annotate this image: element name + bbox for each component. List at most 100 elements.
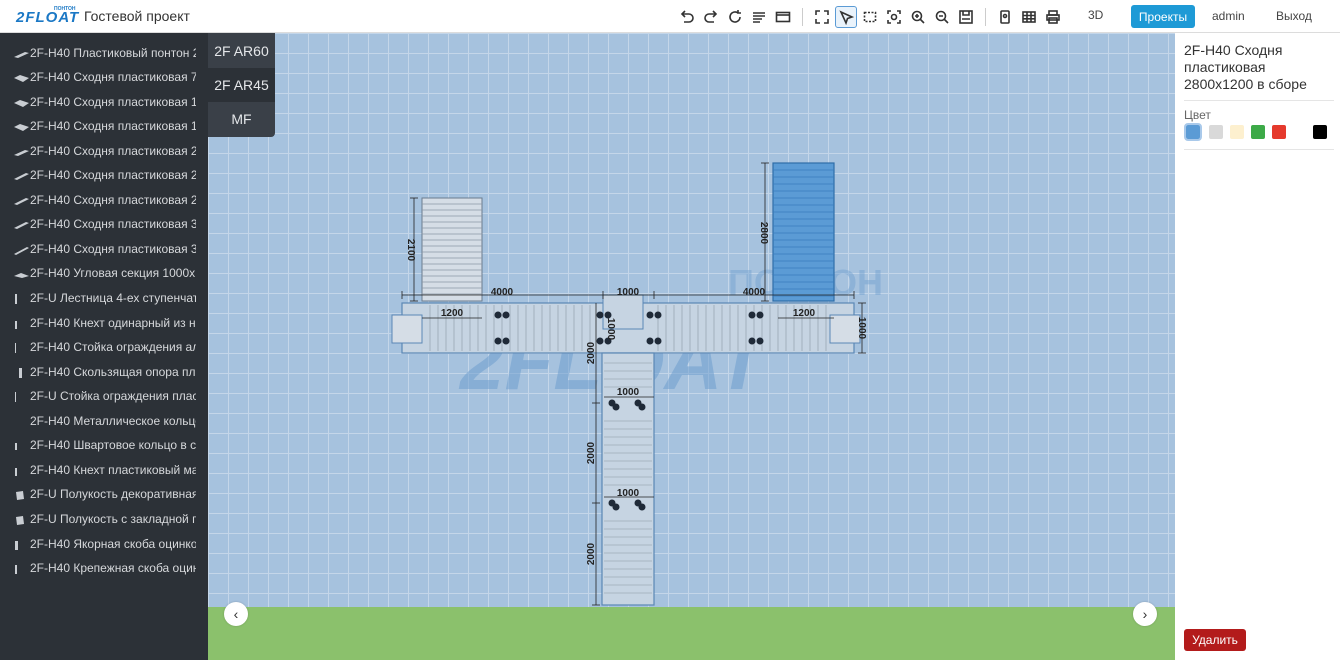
divider — [1184, 149, 1334, 150]
catalog-item[interactable]: 2F-H40 Якорная скоба оцинко… — [0, 533, 208, 555]
catalog-item-label: 2F-H40 Сходня пластиковая 35… — [30, 217, 196, 231]
3d-view-button[interactable]: 3D — [1088, 8, 1103, 22]
admin-button[interactable]: admin — [1212, 9, 1245, 23]
catalog-item-label: 2F-H40 Сходня пластиковая 70… — [30, 70, 196, 84]
gangway-icon — [13, 146, 30, 156]
gangway-icon — [13, 97, 30, 107]
catalog-item[interactable]: 2F-U Полукость декоративная — [0, 483, 208, 505]
catalog-item[interactable]: 2F-H40 Сходня пластиковая 35… — [0, 213, 208, 235]
corner-section-icon — [13, 268, 30, 278]
catalog-item[interactable]: 2F-H40 Стойка ограждения ал… — [0, 336, 208, 358]
catalog-item[interactable]: 2F-H40 Пластиковый понтон 2… — [0, 42, 208, 64]
gangway-icon — [13, 121, 30, 131]
dimension-label: 1000 — [617, 287, 640, 298]
logout-button[interactable]: Выход — [1276, 9, 1312, 23]
catalog-item-label: 2F-H40 Сходня пластиковая 12… — [30, 95, 196, 109]
list-icon[interactable] — [748, 6, 770, 28]
catalog-item[interactable]: 2F-H40 Сходня пластиковая 14… — [0, 115, 208, 137]
logo[interactable]: 2FLOAT ПОНТОН — [16, 6, 78, 26]
catalog-item-label: 2F-H40 Сходня пластиковая 14… — [30, 119, 196, 133]
color-swatch-blue[interactable] — [1184, 123, 1202, 141]
catalog-item[interactable]: 2F-H40 Сходня пластиковая 24… — [0, 164, 208, 186]
chevron-left-icon: ‹ — [233, 606, 239, 622]
design-canvas[interactable]: 2FLOAT ПОНТОН — [208, 33, 1175, 607]
catalog-item-label: 2F-U Полукость декоративная — [30, 487, 196, 501]
chevron-right-icon: › — [1142, 606, 1148, 622]
catalog-item[interactable]: 2F-H40 Сходня пластиковая 21… — [0, 140, 208, 162]
color-swatch-red[interactable] — [1272, 125, 1286, 139]
color-swatch-green[interactable] — [1251, 125, 1265, 139]
tab-2f-ar45[interactable]: 2F AR45 — [208, 68, 275, 102]
properties-panel: 2F-H40 Сходня пластиковая 2800x1200 в сб… — [1175, 33, 1340, 660]
catalog-item[interactable]: 2F-H40 Кнехт пластиковый ма… — [0, 459, 208, 481]
catalog-item-label: 2F-H40 Сходня пластиковая 36… — [30, 242, 196, 256]
table-icon[interactable] — [1018, 6, 1040, 28]
catalog-item-label: 2F-U Стойка ограждения пласт… — [30, 389, 196, 403]
scroll-left-button[interactable]: ‹ — [224, 602, 248, 626]
catalog-item-label: 2F-H40 Угловая секция 1000x1… — [30, 266, 196, 280]
color-swatch-gray[interactable] — [1209, 125, 1223, 139]
fender-icon — [13, 489, 30, 500]
catalog-item[interactable]: 2F-H40 Металлическое кольцо… — [0, 410, 208, 432]
catalog-item[interactable]: 2F-H40 Скользящая опора пла… — [0, 361, 208, 383]
color-swatch-black[interactable] — [1313, 125, 1327, 139]
catalog-item[interactable]: 2F-H40 Сходня пластиковая 70… — [0, 66, 208, 88]
catalog-item-label: 2F-H40 Швартовое кольцо в с… — [30, 438, 196, 452]
fit-icon[interactable] — [883, 6, 905, 28]
catalog-item[interactable]: 2F-H40 Швартовое кольцо в с… — [0, 434, 208, 456]
catalog-item[interactable]: 2F-H40 Кнехт одинарный из н… — [0, 312, 208, 334]
catalog-item[interactable]: 2F-H40 Угловая секция 1000x1… — [0, 262, 208, 284]
color-swatch-cream[interactable] — [1230, 125, 1244, 139]
undo-icon[interactable] — [676, 6, 698, 28]
toolbar — [676, 4, 1066, 29]
tab-2f-ar60[interactable]: 2F AR60 — [208, 34, 275, 68]
toolbar-divider — [985, 7, 986, 26]
catalog-item[interactable]: 2F-H40 Сходня пластиковая 28… — [0, 189, 208, 211]
catalog-item[interactable]: 2F-U Полукость с закладной га… — [0, 508, 208, 530]
dimension-label: 4000 — [743, 287, 766, 298]
catalog-item-label: 2F-H40 Кнехт пластиковый ма… — [30, 463, 196, 477]
select-icon[interactable] — [835, 5, 857, 28]
divider — [1184, 100, 1334, 101]
dimension-label: 1200 — [441, 308, 464, 319]
project-title: Гостевой проект — [84, 8, 190, 24]
catalog-item[interactable]: 2F-H40 Крепежная скоба оцин… — [0, 557, 208, 579]
top-bar: 2FLOAT ПОНТОН Гостевой проект 3D Проекты… — [0, 0, 1340, 33]
main-pontoon[interactable] — [391, 294, 861, 354]
catalog-item-label: 2F-H40 Пластиковый понтон 2… — [30, 46, 196, 60]
ring-icon — [13, 416, 30, 426]
tab-mf[interactable]: MF — [208, 102, 275, 136]
refresh-icon[interactable] — [724, 6, 746, 28]
catalog-item[interactable]: 2F-H40 Сходня пластиковая 12… — [0, 91, 208, 113]
panels-icon[interactable] — [772, 6, 794, 28]
print-icon[interactable] — [1042, 6, 1064, 28]
gangway-2800-selected[interactable] — [772, 162, 835, 302]
catalog-item-label: 2F-H40 Металлическое кольцо… — [30, 414, 196, 428]
zoom-in-icon[interactable] — [907, 6, 929, 28]
mounting-bracket-icon — [13, 563, 30, 574]
fullscreen-icon[interactable] — [811, 6, 833, 28]
dimension-label: 2000 — [586, 542, 597, 565]
dimension-label: 2100 — [405, 239, 416, 262]
redo-icon[interactable] — [700, 6, 722, 28]
fender-icon — [13, 514, 30, 525]
catalog-item[interactable]: 2F-U Лестница 4-ех ступенчат… — [0, 287, 208, 309]
catalog-item[interactable]: 2F-U Стойка ограждения пласт… — [0, 385, 208, 407]
delete-button[interactable]: Удалить — [1184, 629, 1246, 651]
ground-strip — [208, 607, 1175, 660]
catalog-item-label: 2F-H40 Скользящая опора пла… — [30, 365, 196, 379]
catalog-item[interactable]: 2F-H40 Сходня пластиковая 36… — [0, 238, 208, 260]
gangway-icon — [13, 195, 30, 205]
gangway-2100[interactable] — [421, 197, 483, 302]
save-icon[interactable] — [955, 6, 977, 28]
projects-button[interactable]: Проекты — [1131, 5, 1195, 28]
color-label: Цвет — [1184, 108, 1211, 122]
scroll-right-button[interactable]: › — [1133, 602, 1157, 626]
gangway-icon — [13, 219, 30, 229]
export-icon[interactable] — [994, 6, 1016, 28]
rect-select-icon[interactable] — [859, 6, 881, 28]
catalog-item-label: 2F-U Полукость с закладной га… — [30, 512, 196, 526]
dimension-label: 2800 — [758, 222, 769, 245]
zoom-out-icon[interactable] — [931, 6, 953, 28]
gangway-icon — [13, 244, 30, 255]
